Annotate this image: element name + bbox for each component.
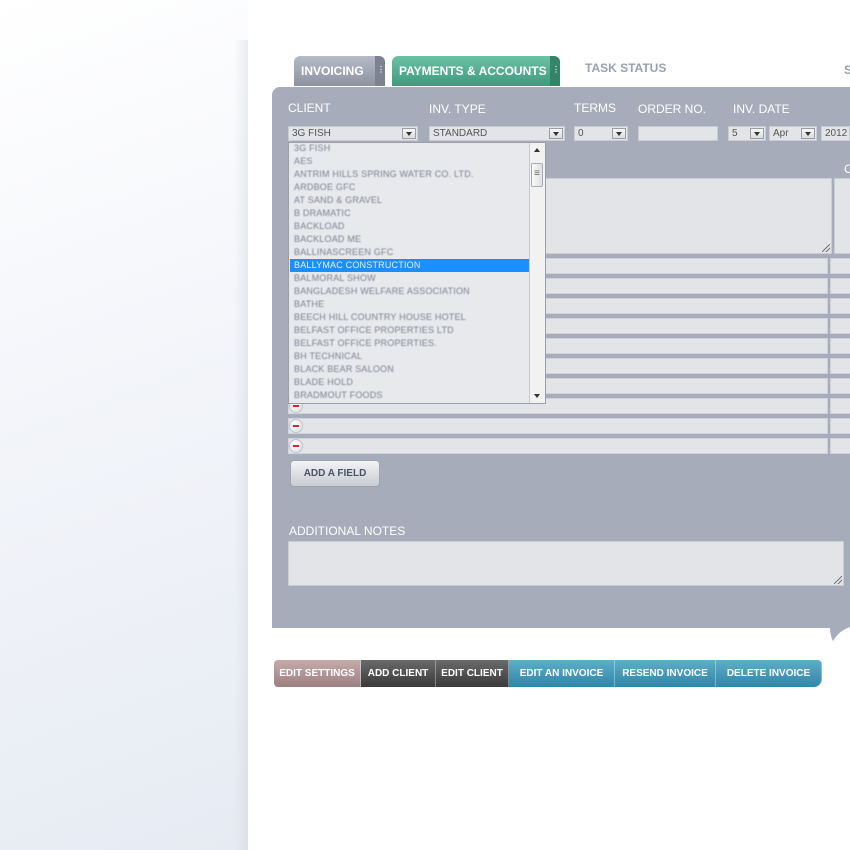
- grip-icon: [375, 55, 389, 86]
- add-client-button[interactable]: ADD CLIENT: [361, 660, 436, 687]
- list-item[interactable]: BEECH HILL COUNTRY HOUSE HOTEL: [290, 311, 529, 324]
- chevron-down-icon[interactable]: [549, 128, 563, 139]
- list-item[interactable]: 3G FISH: [290, 143, 529, 155]
- chevron-down-icon[interactable]: [612, 128, 626, 139]
- order-no-input[interactable]: [638, 126, 718, 141]
- line-item-row[interactable]: [288, 438, 828, 454]
- inv-date-month-select[interactable]: Apr: [769, 126, 817, 141]
- chevron-down-icon[interactable]: [402, 128, 416, 139]
- page-background: [0, 0, 248, 850]
- inv-type-select[interactable]: STANDARD: [429, 126, 565, 141]
- scroll-thumb[interactable]: [531, 163, 543, 187]
- inv-type-label: INV. TYPE: [429, 102, 486, 116]
- grip-icon: [550, 55, 564, 86]
- client-label: CLIENT: [288, 101, 331, 115]
- line-item-amount[interactable]: [830, 318, 850, 334]
- delete-invoice-button[interactable]: DELETE INVOICE: [716, 660, 822, 687]
- inv-type-value: STANDARD: [433, 128, 488, 139]
- inv-date-day-select[interactable]: 5: [728, 126, 766, 141]
- list-item[interactable]: BH TECHNICAL: [290, 350, 529, 363]
- scroll-down-icon[interactable]: [530, 389, 545, 403]
- resize-handle-icon[interactable]: [834, 576, 842, 584]
- tab-payments-accounts[interactable]: PAYMENTS & ACCOUNTS: [392, 55, 564, 86]
- resize-handle-icon[interactable]: [822, 244, 830, 252]
- list-item[interactable]: BACKLOAD: [290, 220, 529, 233]
- line-item-amount[interactable]: [830, 438, 850, 454]
- terms-value: 0: [578, 128, 584, 139]
- list-item-selected[interactable]: BALLYMAC CONSTRUCTION: [290, 259, 529, 272]
- column-label-cut: C: [844, 162, 850, 176]
- line-item-amount[interactable]: [830, 378, 850, 394]
- scrollbar[interactable]: [529, 143, 545, 403]
- line-item-row[interactable]: [288, 418, 828, 434]
- additional-notes-textarea[interactable]: [288, 541, 844, 586]
- description-textarea-right[interactable]: [834, 178, 850, 254]
- list-item[interactable]: BANGLADESH WELFARE ASSOCIATION: [290, 285, 529, 298]
- chevron-down-icon[interactable]: [801, 128, 815, 139]
- list-item[interactable]: AT SAND & GRAVEL: [290, 194, 529, 207]
- line-item-amount[interactable]: [830, 358, 850, 374]
- scroll-up-icon[interactable]: [530, 143, 545, 157]
- inv-date-year-select[interactable]: 2012: [821, 126, 850, 141]
- panel-bottom-curve: [272, 628, 850, 658]
- line-item-amount[interactable]: [830, 418, 850, 434]
- resend-invoice-button[interactable]: RESEND INVOICE: [615, 660, 716, 687]
- list-item[interactable]: AES: [290, 155, 529, 168]
- list-item[interactable]: BELFAST OFFICE PROPERTIES.: [290, 337, 529, 350]
- list-item[interactable]: ARDBOE GFC: [290, 181, 529, 194]
- panel-corner-curve: [830, 626, 850, 658]
- inv-date-month-value: Apr: [773, 128, 789, 139]
- list-item[interactable]: BELFAST OFFICE PROPERTIES LTD: [290, 324, 529, 337]
- tab-task-status[interactable]: TASK STATUS: [585, 61, 666, 75]
- client-select-value: 3G FISH: [292, 128, 331, 139]
- inv-date-label: INV. DATE: [733, 102, 790, 116]
- client-select[interactable]: 3G FISH: [288, 126, 418, 141]
- inv-date-day-value: 5: [732, 128, 738, 139]
- edit-settings-button[interactable]: EDIT SETTINGS: [274, 660, 361, 687]
- tab-invoicing[interactable]: INVOICING: [294, 55, 389, 86]
- list-item[interactable]: BACKLOAD ME: [290, 233, 529, 246]
- list-item[interactable]: BLACK BEAR SALOON: [290, 363, 529, 376]
- edit-invoice-button[interactable]: EDIT AN INVOICE: [509, 660, 615, 687]
- line-item-amount[interactable]: [830, 258, 850, 274]
- tab-cut-off[interactable]: S: [844, 63, 850, 77]
- list-item[interactable]: BATHE: [290, 298, 529, 311]
- line-item-amount[interactable]: [830, 278, 850, 294]
- line-item-amount[interactable]: [830, 298, 850, 314]
- line-item-amount[interactable]: [830, 398, 850, 414]
- line-item-amount[interactable]: [830, 338, 850, 354]
- tab-payments-label: PAYMENTS & ACCOUNTS: [399, 64, 547, 78]
- list-item[interactable]: ANTRIM HILLS SPRING WATER CO. LTD.: [290, 168, 529, 181]
- inv-date-year-value: 2012: [825, 128, 848, 139]
- edit-client-button[interactable]: EDIT CLIENT: [436, 660, 509, 687]
- list-item[interactable]: BRADMOUT FOODS: [290, 389, 529, 402]
- list-item[interactable]: BALMORAL SHOW: [290, 272, 529, 285]
- terms-select[interactable]: 0: [574, 126, 628, 141]
- client-dropdown-list[interactable]: 3G FISH AES ANTRIM HILLS SPRING WATER CO. …: [288, 142, 546, 404]
- add-field-button[interactable]: ADD A FIELD: [290, 460, 380, 487]
- tab-invoicing-label: INVOICING: [301, 64, 364, 78]
- list-item[interactable]: B DRAMATIC: [290, 207, 529, 220]
- order-no-label: ORDER NO.: [638, 102, 707, 116]
- terms-label: TERMS: [574, 101, 616, 115]
- remove-row-icon[interactable]: [289, 439, 303, 453]
- chevron-down-icon[interactable]: [750, 128, 764, 139]
- list-item[interactable]: BLADE HOLD: [290, 376, 529, 389]
- list-item[interactable]: BALLINASCREEN GFC: [290, 246, 529, 259]
- remove-row-icon[interactable]: [289, 419, 303, 433]
- additional-notes-label: ADDITIONAL NOTES: [289, 524, 406, 538]
